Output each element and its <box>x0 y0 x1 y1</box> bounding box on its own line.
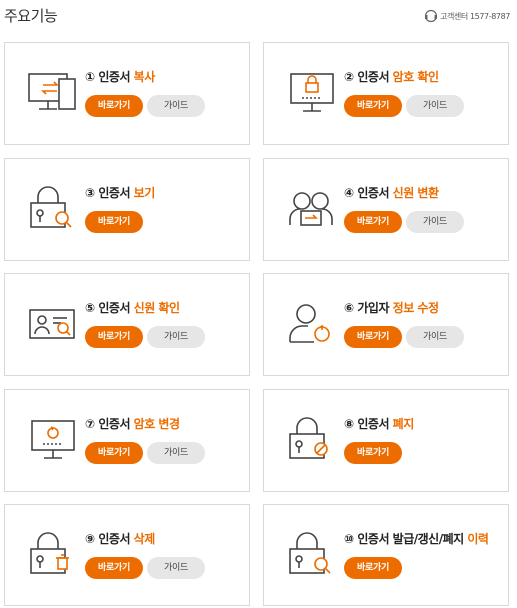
card-certificate-view: ③ 인증서 보기 바로가기 <box>4 158 250 261</box>
card-title: ① 인증서 복사 <box>85 70 155 84</box>
guide-button[interactable]: 가이드 <box>147 326 205 348</box>
certificate-history-icon <box>284 527 340 583</box>
card-subscriber-edit: ⑥ 가입자 정보 수정 바로가기 가이드 <box>263 273 509 376</box>
go-button[interactable]: 바로가기 <box>344 557 402 579</box>
users-exchange-icon <box>284 181 340 237</box>
card-identity-check: ⑤ 인증서 신원 확인 바로가기 가이드 <box>4 273 250 376</box>
card-certificate-revoke: ⑧ 인증서 폐지 바로가기 <box>263 389 509 492</box>
go-button[interactable]: 바로가기 <box>85 211 143 233</box>
monitor-refresh-icon <box>25 412 81 468</box>
monitor-lock-icon <box>284 65 340 121</box>
headset-icon <box>424 9 438 23</box>
monitor-transfer-icon <box>25 65 81 121</box>
guide-button[interactable]: 가이드 <box>147 95 205 117</box>
guide-button[interactable]: 가이드 <box>406 211 464 233</box>
go-button[interactable]: 바로가기 <box>344 211 402 233</box>
card-certificate-history: ⑩ 인증서 발급/갱신/폐지 이력 바로가기 <box>263 504 509 606</box>
card-title: ⑦ 인증서 암호 변경 <box>85 417 180 431</box>
go-button[interactable]: 바로가기 <box>344 326 402 348</box>
card-title: ③ 인증서 보기 <box>85 186 155 200</box>
card-identity-convert: ④ 인증서 신원 변환 바로가기 가이드 <box>263 158 509 261</box>
card-title: ④ 인증서 신원 변환 <box>344 186 439 200</box>
card-certificate-copy: ① 인증서 복사 바로가기 가이드 <box>4 42 250 145</box>
card-password-change: ⑦ 인증서 암호 변경 바로가기 가이드 <box>4 389 250 492</box>
guide-button[interactable]: 가이드 <box>147 442 205 464</box>
go-button[interactable]: 바로가기 <box>344 442 402 464</box>
card-certificate-delete: ⑨ 인증서 삭제 바로가기 가이드 <box>4 504 250 606</box>
card-title: ⑧ 인증서 폐지 <box>344 417 414 431</box>
go-button[interactable]: 바로가기 <box>344 95 402 117</box>
card-title: ⑨ 인증서 삭제 <box>85 532 155 546</box>
page-title: 주요기능 <box>4 7 58 25</box>
certificate-search-icon <box>25 181 81 237</box>
customer-center: 고객센터 1577-8787 <box>424 9 510 23</box>
user-refresh-icon <box>284 296 340 352</box>
id-card-search-icon <box>25 296 81 352</box>
guide-button[interactable]: 가이드 <box>406 95 464 117</box>
certificate-delete-icon <box>25 527 81 583</box>
go-button[interactable]: 바로가기 <box>85 326 143 348</box>
card-title: ⑤ 인증서 신원 확인 <box>85 301 180 315</box>
card-title: ⑥ 가입자 정보 수정 <box>344 301 439 315</box>
go-button[interactable]: 바로가기 <box>85 557 143 579</box>
card-title: ② 인증서 암호 확인 <box>344 70 439 84</box>
go-button[interactable]: 바로가기 <box>85 442 143 464</box>
card-password-check: ② 인증서 암호 확인 바로가기 가이드 <box>263 42 509 145</box>
guide-button[interactable]: 가이드 <box>147 557 205 579</box>
go-button[interactable]: 바로가기 <box>85 95 143 117</box>
certificate-revoke-icon <box>284 412 340 468</box>
guide-button[interactable]: 가이드 <box>406 326 464 348</box>
customer-center-text: 고객센터 1577-8787 <box>440 11 510 21</box>
card-title: ⑩ 인증서 발급/갱신/폐지 이력 <box>344 532 489 546</box>
